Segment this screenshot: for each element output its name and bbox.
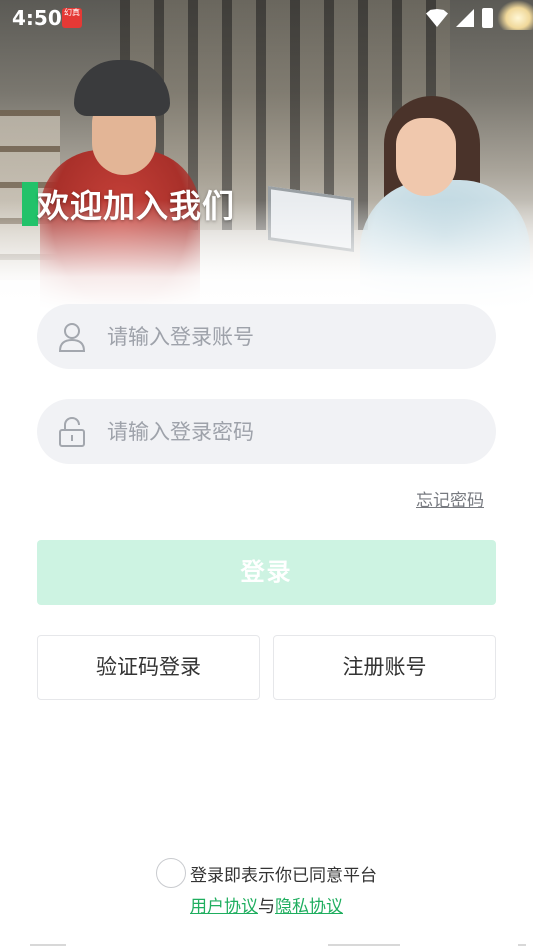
agreement-links: 用户协议与隐私协议 xyxy=(0,892,533,917)
account-input[interactable] xyxy=(107,324,467,349)
user-icon xyxy=(57,322,87,352)
lock-icon xyxy=(57,416,87,447)
agreement-section: 登录即表示你已同意平台 用户协议与隐私协议 xyxy=(0,858,533,917)
welcome-title: 欢迎加入我们 xyxy=(37,187,236,225)
hero-woman-face xyxy=(396,118,456,196)
agreement-text: 登录即表示你已同意平台 xyxy=(190,865,377,886)
user-agreement-link[interactable]: 用户协议 xyxy=(190,897,258,917)
agreement-line: 登录即表示你已同意平台 xyxy=(0,858,533,888)
forgot-password-link[interactable]: 忘记密码 xyxy=(416,486,484,511)
navigation-bar-hint xyxy=(0,944,533,948)
nav-hint-left xyxy=(30,944,66,946)
login-button[interactable]: 登录 xyxy=(37,540,496,605)
battery-charging-icon xyxy=(482,8,493,28)
nav-hint-center xyxy=(328,944,400,946)
register-button[interactable]: 注册账号 xyxy=(273,635,496,700)
status-bar: 4:50 幻真 xyxy=(0,0,533,36)
wifi-icon xyxy=(426,9,448,27)
code-login-button[interactable]: 验证码登录 xyxy=(37,635,260,700)
hero-image xyxy=(0,0,533,310)
status-time: 4:50 xyxy=(12,6,62,30)
account-field[interactable] xyxy=(37,304,496,369)
password-input[interactable] xyxy=(107,419,467,444)
privacy-agreement-link[interactable]: 隐私协议 xyxy=(275,897,343,917)
password-field[interactable] xyxy=(37,399,496,464)
signal-icon xyxy=(456,9,474,27)
nav-hint-right xyxy=(518,944,526,946)
notification-app-icon: 幻真 xyxy=(62,8,82,28)
status-icons xyxy=(426,8,493,28)
welcome-banner: 欢迎加入我们 xyxy=(22,182,235,226)
agreement-checkbox[interactable] xyxy=(156,858,186,888)
agreement-connector: 与 xyxy=(258,897,275,917)
